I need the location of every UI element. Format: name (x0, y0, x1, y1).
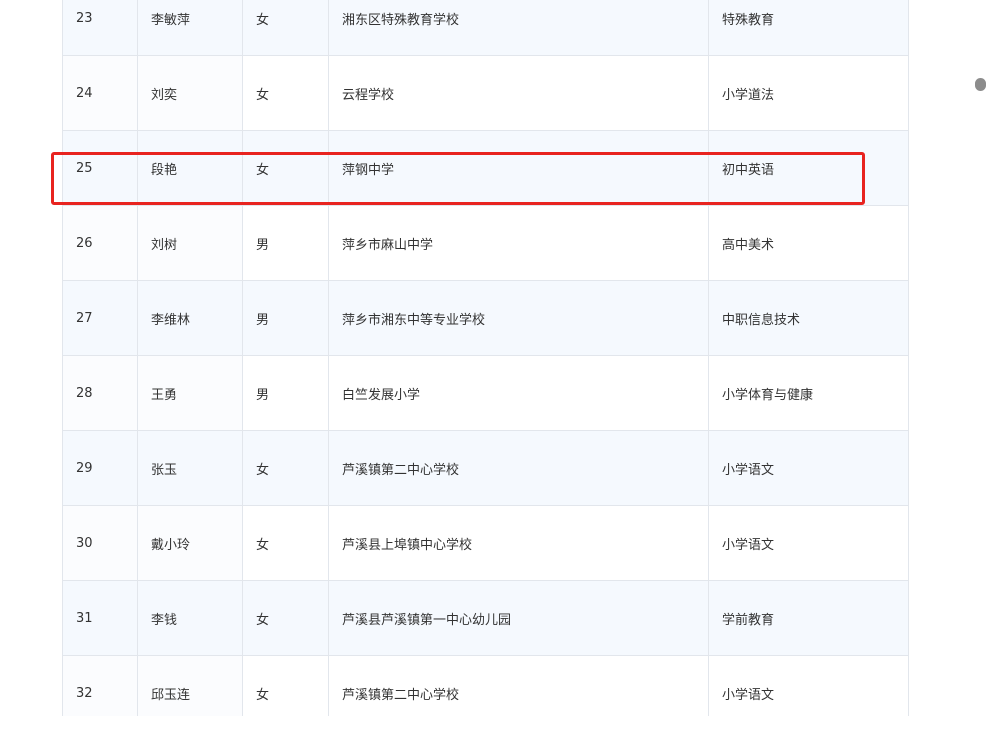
cell-name: 张玉 (137, 430, 243, 506)
cell-school: 芦溪镇第二中心学校 (328, 430, 709, 506)
teacher-roster-table: 23 李敏萍 女 湘东区特殊教育学校 特殊教育 24 刘奕 女 云程学校 小学道… (62, 0, 909, 730)
cell-subject: 小学语文 (708, 430, 909, 506)
table-row: 30 戴小玲 女 芦溪县上埠镇中心学校 小学语文 (62, 505, 909, 581)
cell-name: 段艳 (137, 130, 243, 206)
cell-gender: 男 (242, 355, 329, 431)
cell-name: 李钱 (137, 580, 243, 656)
cell-school: 萍钢中学 (328, 130, 709, 206)
cell-number: 23 (62, 0, 138, 56)
cell-school: 云程学校 (328, 55, 709, 131)
cell-name: 李敏萍 (137, 0, 243, 56)
cell-school: 芦溪县芦溪镇第一中心幼儿园 (328, 580, 709, 656)
cell-school: 芦溪县上埠镇中心学校 (328, 505, 709, 581)
table-container: 23 李敏萍 女 湘东区特殊教育学校 特殊教育 24 刘奕 女 云程学校 小学道… (62, 0, 909, 730)
table-row: 29 张玉 女 芦溪镇第二中心学校 小学语文 (62, 430, 909, 506)
cell-subject: 高中美术 (708, 205, 909, 281)
cell-number: 29 (62, 430, 138, 506)
cell-number: 30 (62, 505, 138, 581)
table-row: 23 李敏萍 女 湘东区特殊教育学校 特殊教育 (62, 0, 909, 56)
cell-gender: 女 (242, 130, 329, 206)
cell-name: 李维林 (137, 280, 243, 356)
cell-school: 萍乡市麻山中学 (328, 205, 709, 281)
scrollbar-thumb[interactable] (975, 78, 986, 91)
cell-school: 湘东区特殊教育学校 (328, 0, 709, 56)
cell-subject: 中职信息技术 (708, 280, 909, 356)
cell-gender: 女 (242, 580, 329, 656)
cell-subject: 小学语文 (708, 505, 909, 581)
cell-subject: 小学体育与健康 (708, 355, 909, 431)
table-row: 28 王勇 男 白竺发展小学 小学体育与健康 (62, 355, 909, 431)
table-row: 31 李钱 女 芦溪县芦溪镇第一中心幼儿园 学前教育 (62, 580, 909, 656)
cell-subject: 初中英语 (708, 130, 909, 206)
cell-name: 戴小玲 (137, 505, 243, 581)
cell-gender: 女 (242, 505, 329, 581)
cell-number: 24 (62, 55, 138, 131)
table-row: 27 李维林 男 萍乡市湘东中等专业学校 中职信息技术 (62, 280, 909, 356)
table-row: 26 刘树 男 萍乡市麻山中学 高中美术 (62, 205, 909, 281)
cell-name: 王勇 (137, 355, 243, 431)
cell-number: 31 (62, 580, 138, 656)
table-row-highlighted: 25 段艳 女 萍钢中学 初中英语 (62, 130, 909, 206)
cell-name: 刘奕 (137, 55, 243, 131)
cell-name: 刘树 (137, 205, 243, 281)
cell-number: 26 (62, 205, 138, 281)
cell-number: 28 (62, 355, 138, 431)
page-bottom (0, 716, 990, 730)
page: 23 李敏萍 女 湘东区特殊教育学校 特殊教育 24 刘奕 女 云程学校 小学道… (0, 0, 990, 730)
cell-gender: 女 (242, 55, 329, 131)
cell-number: 27 (62, 280, 138, 356)
cell-subject: 小学道法 (708, 55, 909, 131)
cell-gender: 男 (242, 280, 329, 356)
scrollbar-track[interactable] (962, 0, 990, 730)
cell-subject: 特殊教育 (708, 0, 909, 56)
cell-school: 萍乡市湘东中等专业学校 (328, 280, 709, 356)
cell-gender: 女 (242, 0, 329, 56)
cell-subject: 学前教育 (708, 580, 909, 656)
cell-gender: 女 (242, 430, 329, 506)
cell-number: 25 (62, 130, 138, 206)
cell-gender: 男 (242, 205, 329, 281)
table-row: 24 刘奕 女 云程学校 小学道法 (62, 55, 909, 131)
cell-school: 白竺发展小学 (328, 355, 709, 431)
